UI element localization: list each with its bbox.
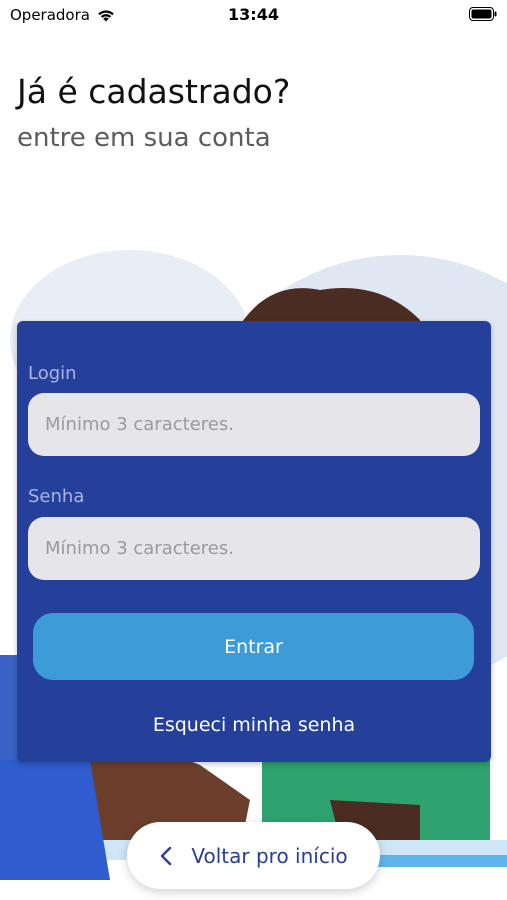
chevron-left-icon <box>161 846 172 865</box>
senha-label: Senha <box>28 486 85 507</box>
forgot-password-link[interactable]: Esqueci minha senha <box>17 714 491 736</box>
login-input[interactable] <box>28 393 480 456</box>
back-to-home-button[interactable]: Voltar pro início <box>127 822 380 889</box>
login-button[interactable]: Entrar <box>33 613 474 680</box>
battery-icon <box>469 7 497 21</box>
back-to-home-label: Voltar pro início <box>191 843 348 868</box>
login-label: Login <box>28 363 77 384</box>
status-bar: Operadora 13:44 <box>0 0 507 30</box>
login-card: Login Senha Entrar Esqueci minha senha <box>17 321 491 762</box>
password-input[interactable] <box>28 517 480 580</box>
page-title: Já é cadastrado? <box>17 72 291 111</box>
page-subtitle: entre em sua conta <box>17 123 271 153</box>
status-time: 13:44 <box>228 5 279 24</box>
